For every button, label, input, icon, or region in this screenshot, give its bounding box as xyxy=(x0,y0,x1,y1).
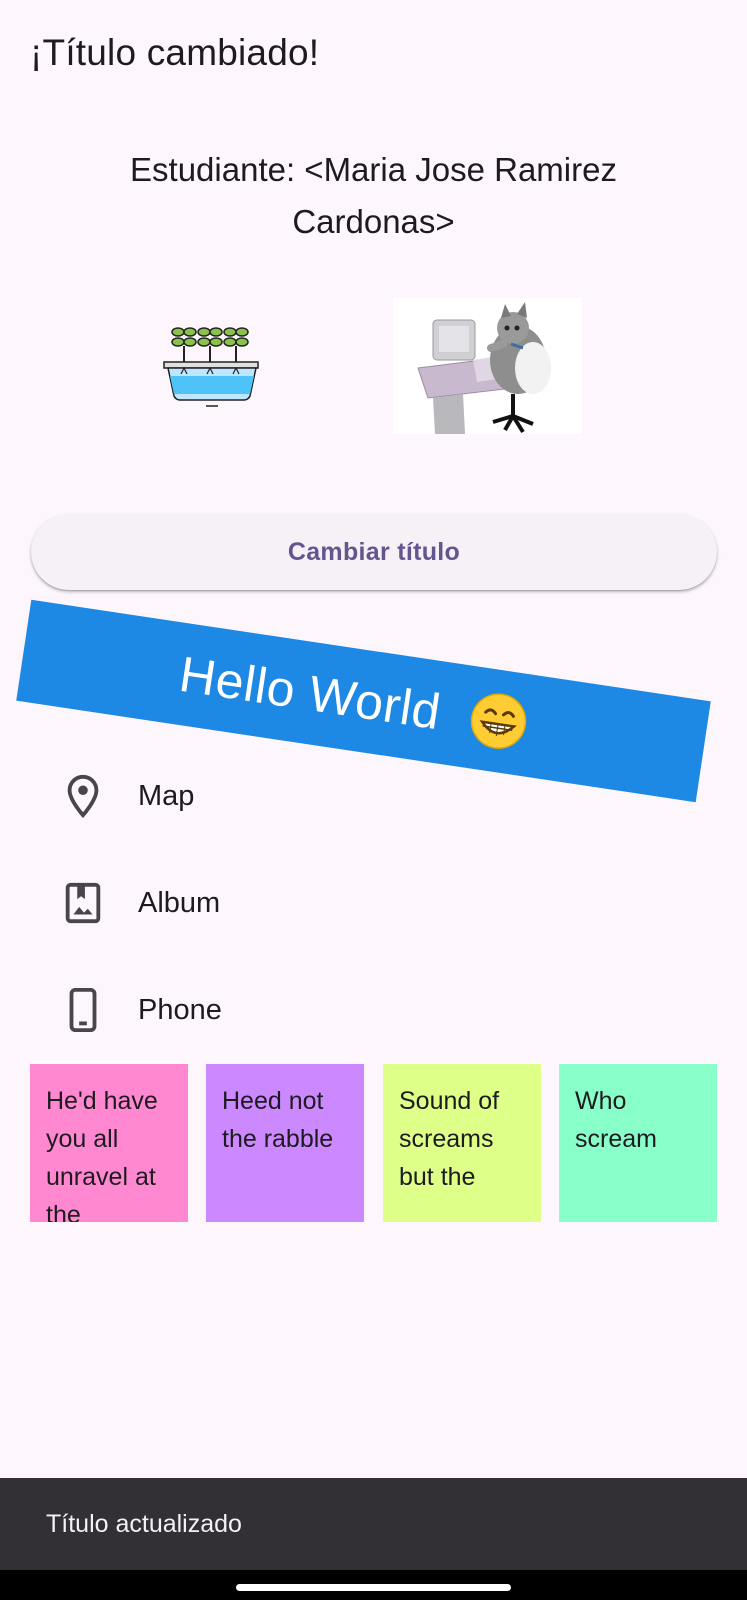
list-label-phone: Phone xyxy=(138,993,222,1026)
banner-text: Hello World xyxy=(175,645,445,741)
plant-hydroponic-icon xyxy=(163,327,259,407)
photo-album-icon xyxy=(65,882,101,924)
location-pin-icon xyxy=(67,774,99,819)
home-indicator[interactable] xyxy=(236,1584,511,1591)
cat-computer-photo xyxy=(393,298,582,434)
tile-pink: He'd have you all unravel at the xyxy=(30,1064,188,1222)
tile-purple: Heed not the rabble xyxy=(206,1064,364,1222)
snackbar: Título actualizado xyxy=(0,1478,747,1570)
phone-icon xyxy=(69,987,97,1033)
list-item-album[interactable]: Album xyxy=(60,873,560,933)
color-tiles-grid: He'd have you all unravel at the Heed no… xyxy=(30,1064,717,1222)
list-label-map: Map xyxy=(138,779,195,812)
app-title: ¡Título cambiado! xyxy=(30,32,320,73)
student-name: Estudiante: <Maria Jose Ramirez Cardonas… xyxy=(130,151,617,240)
change-title-button[interactable]: Cambiar título xyxy=(31,514,717,590)
tile-mint: Who scream xyxy=(559,1064,717,1222)
list-label-album: Album xyxy=(138,886,221,919)
grinning-face-icon xyxy=(470,693,527,749)
list-item-phone[interactable]: Phone xyxy=(60,980,560,1040)
tile-lime: Sound of screams but the xyxy=(383,1064,541,1222)
list-item-map[interactable]: Map xyxy=(60,766,560,826)
